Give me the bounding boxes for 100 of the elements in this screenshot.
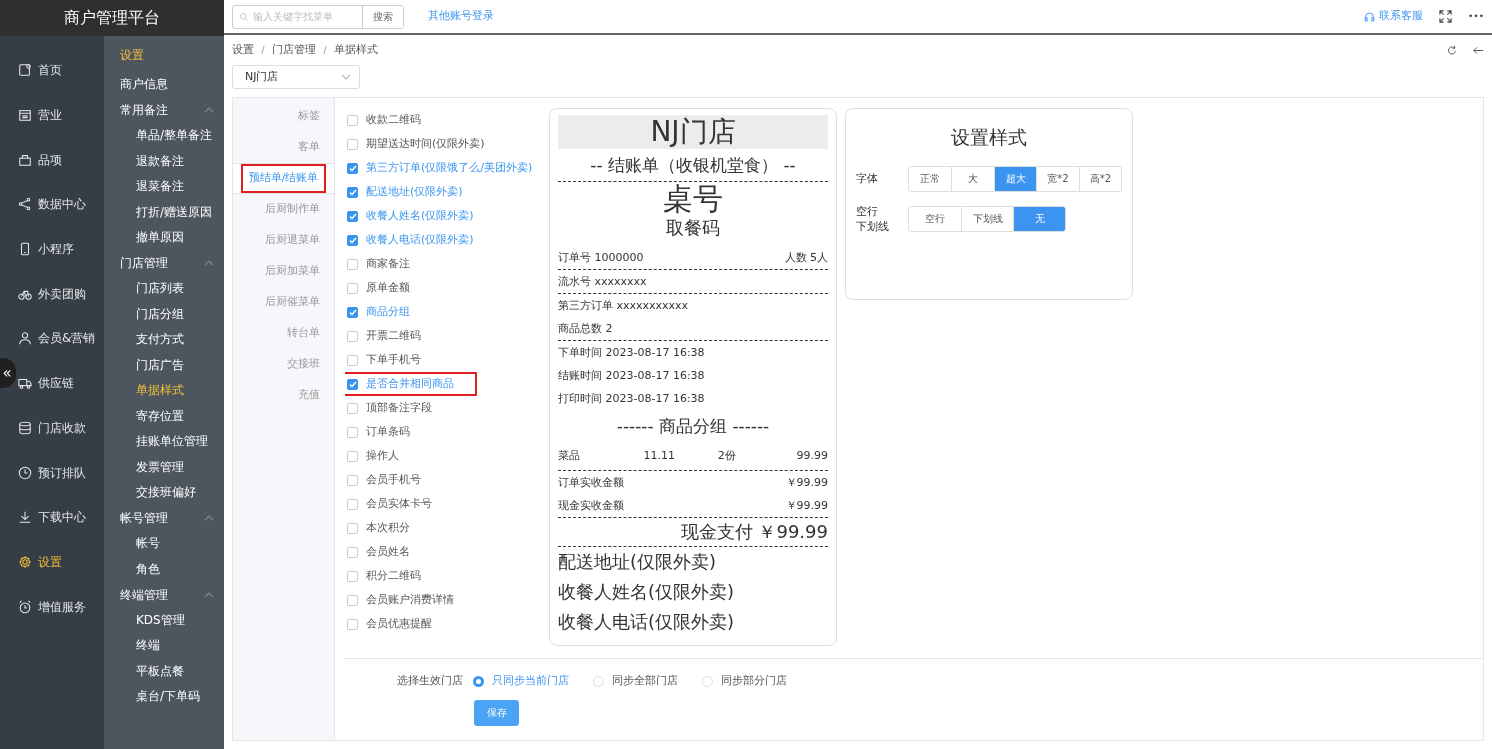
checkbox-row[interactable]: 会员姓名 [345,540,541,564]
checkbox[interactable] [347,306,358,318]
chevron-up-icon [204,591,214,598]
back-arrow-icon [1473,44,1484,56]
sidebar-item[interactable]: 设置 [18,539,62,585]
submenu-item[interactable]: 发票管理 [104,454,224,480]
receipt-total: 现金支付 ￥99.99 [679,520,828,544]
checkbox[interactable] [347,210,358,222]
sidebar-item[interactable]: 会员&营销 [18,316,96,361]
submenu-item[interactable]: 角色 [104,556,224,582]
checkbox[interactable] [347,402,358,414]
checkbox-row[interactable]: 订单条码 [345,420,541,444]
checkbox-row[interactable]: 收款二维码 [345,108,541,132]
checkbox[interactable] [347,570,358,582]
submenu-item[interactable]: 门店列表 [104,276,224,302]
checkbox[interactable] [347,594,358,606]
submenu-item[interactable]: 单据样式 [104,378,224,404]
receipt-store-name: NJ门店 [558,115,828,149]
submenu-item[interactable]: 挂账单位管理 [104,429,224,455]
sidebar-item[interactable]: 小程序 [18,226,74,272]
checkbox-row[interactable]: 顶部备注字段 [345,396,541,420]
checkbox-row[interactable]: 下单手机号 [345,348,541,372]
setting-label: 字体 [856,171,878,186]
submenu-group-header[interactable]: 常用备注 [104,97,224,123]
platform-title: 商户管理平台 [0,0,224,36]
breadcrumb-item[interactable]: 门店管理 [272,41,316,59]
checkbox-row[interactable]: 期望送达时间(仅限外卖) [345,132,541,156]
chevron-down-icon [341,74,351,80]
checkbox-row[interactable]: 会员账户消费详情 [345,588,541,612]
submenu-item[interactable]: 门店广告 [104,352,224,378]
checkbox[interactable] [347,474,358,486]
sidebar-item[interactable]: 外卖团购 [18,271,86,317]
checkbox[interactable] [347,546,358,558]
checkbox[interactable] [347,186,358,198]
checkbox[interactable] [347,426,358,438]
submenu-group-header[interactable]: 终端管理 [104,582,224,608]
submenu-item[interactable]: 撤单原因 [104,225,224,251]
submenu-item[interactable]: 退菜备注 [104,174,224,200]
submenu-item[interactable]: 桌台/下单码 [104,684,224,710]
checkbox-row[interactable]: 会员实体卡号 [345,492,541,516]
checkbox-row[interactable]: 会员手机号 [345,468,541,492]
sidebar-item[interactable]: 预订排队 [18,450,86,495]
collapse-button[interactable]: « [0,358,16,388]
sidebar-item[interactable]: 首页 [18,48,62,93]
more-menu[interactable]: ••• [1468,9,1484,24]
radio-option[interactable]: 同步部分门店 [702,673,787,690]
submenu-item[interactable]: 终端 [104,633,224,659]
submenu-item[interactable]: 退款备注 [104,148,224,174]
checkbox[interactable] [347,330,358,342]
submenu-item[interactable]: 寄存位置 [104,403,224,429]
submenu-item[interactable]: 门店分组 [104,301,224,327]
sidebar-item[interactable]: 供应链 [18,360,74,406]
submenu-item[interactable]: 支付方式 [104,327,224,353]
sidebar-item[interactable]: 数据中心 [18,182,86,227]
checkbox[interactable] [347,138,358,150]
checkbox[interactable] [347,450,358,462]
sidebar-item[interactable]: 增值服务 [18,584,86,629]
submenu-item[interactable]: 交接班偏好 [104,480,224,506]
submenu-group-header[interactable]: 帐号管理 [104,505,224,531]
checkbox-row[interactable]: 会员优惠提醒 [345,612,541,636]
store-select[interactable]: NJ门店 [232,65,360,89]
checkbox[interactable] [347,618,358,630]
checkbox-row[interactable]: 积分二维码 [345,564,541,588]
checkbox[interactable] [347,258,358,270]
checkbox-row[interactable]: 原单金额 [345,276,541,300]
sidebar-item[interactable]: 门店收款 [18,405,86,451]
submenu-item[interactable]: 打折/赠送原因 [104,199,224,225]
receipt-line: 第三方订单 xxxxxxxxxxx [558,298,690,314]
checkbox-row[interactable]: 开票二维码 [345,324,541,348]
checkbox[interactable] [347,234,358,246]
chevron-up-icon [204,515,214,522]
receipt-pickup-code: 取餐码 [665,216,721,240]
submenu-item[interactable]: 商户信息 [104,72,224,98]
checkbox-row[interactable]: 操作人 [345,444,541,468]
checkbox[interactable] [347,354,358,366]
receipt-label: 现金实收金额 [558,498,624,514]
checkbox-row[interactable]: 商家备注 [345,252,541,276]
submenu-item[interactable]: 平板点餐 [104,658,224,684]
radio-option[interactable]: 同步全部门店 [593,673,678,690]
sidebar-item[interactable]: 下载中心 [18,494,86,540]
receipt-line: 打印时间 2023-08-17 16:38 [558,391,706,407]
checkbox[interactable] [347,162,358,174]
checkbox[interactable] [347,282,358,294]
sidebar-item[interactable]: 品项 [18,137,62,183]
checkbox[interactable] [347,114,358,126]
chevron-up-icon [204,260,214,267]
breadcrumb-item[interactable]: 设置 [232,41,254,59]
checkbox[interactable] [347,378,358,390]
submenu-item[interactable]: KDS管理 [104,607,224,633]
sidebar-item[interactable]: 营业 [18,92,62,138]
submenu-item[interactable]: 单品/整单备注 [104,123,224,149]
checkbox[interactable] [347,522,358,534]
calendar-icon [18,108,32,123]
segment-option[interactable]: 高*2 [1078,166,1121,191]
submenu-item[interactable]: 帐号 [104,531,224,557]
checkbox[interactable] [347,498,358,510]
submenu-group-header[interactable]: 门店管理 [104,250,224,276]
bag-icon [18,152,32,167]
checkbox-row[interactable]: 本次积分 [345,516,541,540]
truck-icon [18,376,32,391]
